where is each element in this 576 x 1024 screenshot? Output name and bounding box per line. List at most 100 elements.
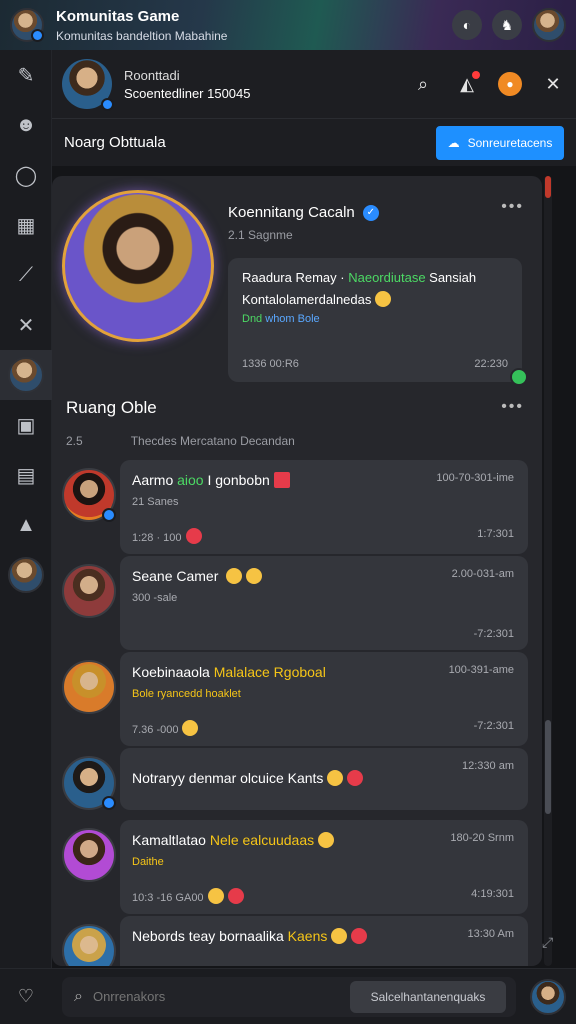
message-input-box[interactable]: ⌕ Salcelhantanenquaks: [62, 976, 516, 1017]
item-title: Notraryy denmar olcuice Kants: [132, 770, 516, 786]
chat-subtitle: Scoentedliner 150045: [124, 85, 251, 101]
message-input[interactable]: [92, 989, 313, 1004]
search-icon[interactable]: ⌕: [410, 71, 436, 97]
notification-icon[interactable]: ◭: [454, 71, 480, 97]
item-footer: -7:2:301: [132, 628, 514, 640]
sidebar-item-media[interactable]: ▣: [0, 400, 52, 450]
read-receipt-icon: [510, 368, 528, 386]
message-line-1-highlight: Naeordiutase: [348, 270, 426, 285]
item-time: 180-20 Srnm: [450, 832, 514, 844]
heart-emoji-icon: [347, 770, 364, 786]
section-description: Thecdes Mercatano Decandan: [130, 434, 295, 448]
message-line-3-prefix: Dnd: [242, 313, 266, 325]
item-avatar[interactable]: [62, 756, 116, 810]
community-avatar[interactable]: [10, 8, 44, 42]
sidebar-item-chat[interactable]: ◯: [0, 150, 52, 200]
item-title-suffix: I gonbobn: [203, 472, 270, 488]
game-logo-icon[interactable]: ♞: [492, 10, 522, 40]
list-item[interactable]: Koebinaaola Malalace Rgoboal Bole ryance…: [52, 652, 542, 748]
message-line-3: Dnd whom Bole: [242, 313, 508, 325]
message-line-3-link[interactable]: whom Bole: [265, 313, 319, 325]
list-item[interactable]: Nebords teay bornaalika Kaens 13:30 Am: [52, 916, 542, 966]
user-avatar[interactable]: [532, 8, 566, 42]
sidebar-item-tools[interactable]: ✎: [0, 50, 52, 100]
profile-card: Koennitang Cacaln ✓ 2.1 Sagnme ••• Raadu…: [52, 176, 542, 386]
expand-icon[interactable]: ⤢: [542, 934, 553, 951]
smile-emoji-icon: [375, 291, 392, 307]
section-title: Ruang Oble: [66, 398, 157, 417]
list-item-card[interactable]: Aarmo aioo I gonbobn 21 Sanes 100-70-301…: [120, 460, 528, 554]
spinner-icon[interactable]: ◐: [452, 10, 482, 40]
item-avatar[interactable]: [62, 924, 116, 966]
list-item[interactable]: Aarmo aioo I gonbobn 21 Sanes 100-70-301…: [52, 460, 542, 556]
verified-badge: [102, 508, 116, 522]
item-avatar[interactable]: [62, 660, 116, 714]
profile-name: Koennitang Cacaln: [228, 204, 355, 221]
angry-emoji-icon: [351, 928, 368, 944]
sidebar-item-profile[interactable]: [0, 350, 52, 400]
verified-icon: ✓: [362, 204, 379, 221]
item-time: 2.00-031-am: [451, 568, 514, 580]
sidebar-item-brush[interactable]: ⟋: [0, 250, 52, 300]
message-line-2-text: Kontalolamerdalnedas: [242, 292, 372, 307]
heart-emoji-icon: [227, 888, 244, 904]
app-root: Komunitas Game Komunitas bandeltion Maba…: [0, 0, 576, 1024]
list-item-card[interactable]: Notraryy denmar olcuice Kants 12:330 am: [120, 748, 528, 810]
smile-emoji-icon: [327, 770, 344, 786]
item-subtitle: Daithe: [132, 856, 164, 868]
primary-action-button[interactable]: ☁ Sonreuretacens: [436, 125, 564, 160]
gamepad-icon: ▲: [16, 513, 36, 536]
pinned-message[interactable]: Raadura Remay · Naeordiutase Sansiah Kon…: [228, 258, 528, 386]
message-line-1: Raadura Remay · Naeordiutase Sansiah: [242, 270, 508, 285]
chat-avatar[interactable]: [62, 59, 114, 111]
message-footer: 1336 00:R6 22:230: [242, 358, 508, 370]
sidebar-item-emoji[interactable]: ☻: [0, 100, 52, 150]
item-footer-left-text: 1:28 · 100: [132, 532, 182, 544]
list-item-card[interactable]: Seane Camer 300 -sale 2.00-031-am -7:2:3…: [120, 556, 528, 650]
item-footer-right: 4:19:301: [471, 888, 514, 900]
close-icon[interactable]: ✕: [540, 71, 566, 97]
scrollbar-thumb[interactable]: [545, 720, 551, 814]
item-avatar[interactable]: [62, 468, 116, 522]
my-avatar[interactable]: [530, 979, 566, 1015]
scrollbar-top-marker[interactable]: [545, 176, 551, 198]
list-item-card[interactable]: Nebords teay bornaalika Kaens 13:30 Am: [120, 916, 528, 966]
banner-actions: ◐ ♞: [452, 8, 566, 42]
item-avatar[interactable]: [62, 828, 116, 882]
item-avatar[interactable]: [62, 564, 116, 618]
list-item[interactable]: Seane Camer 300 -sale 2.00-031-am -7:2:3…: [52, 556, 542, 652]
hero-avatar[interactable]: [62, 190, 214, 342]
flag-emoji-icon: [273, 472, 290, 488]
community-banner[interactable]: Komunitas Game Komunitas bandeltion Maba…: [0, 0, 576, 50]
item-title-prefix: Nebords teay bornaalika: [132, 928, 288, 944]
sidebar-item-inventory[interactable]: ▤: [0, 450, 52, 500]
list-item[interactable]: Kamaltlatao Nele ealcuudaas Daithe 180-2…: [52, 820, 542, 916]
item-subtitle: 300 -sale: [132, 592, 178, 604]
verified-badge: [101, 98, 114, 111]
status-icon[interactable]: ●: [498, 72, 522, 96]
chat-header-text: Roonttadi Scoentedliner 150045: [124, 68, 410, 101]
smile-emoji-icon: [207, 888, 224, 904]
header-actions: ⌕ ◭ ● ✕: [410, 71, 566, 97]
sidebar-item-game[interactable]: ▲: [0, 500, 52, 550]
sidebar-item-battle[interactable]: ✕: [0, 300, 52, 350]
item-title-highlight: Malalace Rgoboal: [213, 664, 326, 680]
section-count: 2.5: [66, 434, 83, 448]
heart-emoji-icon: [185, 528, 202, 544]
verified-badge: [31, 29, 44, 42]
list-item-card[interactable]: Kamaltlatao Nele ealcuudaas Daithe 180-2…: [120, 820, 528, 914]
scrollbar-track[interactable]: [544, 176, 552, 966]
item-title-prefix: Aarmo: [132, 472, 178, 488]
send-button[interactable]: Salcelhantanenquaks: [350, 980, 506, 1013]
more-options-icon[interactable]: •••: [501, 198, 524, 216]
smile-emoji-icon: [318, 832, 335, 848]
item-footer-left-text: 10:3 -16 GA00: [132, 892, 204, 904]
section-more-icon[interactable]: •••: [501, 398, 524, 416]
sidebar-item-friend[interactable]: [0, 550, 52, 600]
main-panel: Koennitang Cacaln ✓ 2.1 Sagnme ••• Raadu…: [52, 176, 542, 966]
sidebar-item-calendar[interactable]: ▦: [0, 200, 52, 250]
bottom-bar: ♡ ⌕ Salcelhantanenquaks: [0, 968, 576, 1024]
chat-header: Roonttadi Scoentedliner 150045 ⌕ ◭ ● ✕: [52, 50, 576, 118]
list-item-card[interactable]: Koebinaaola Malalace Rgoboal Bole ryance…: [120, 652, 528, 746]
heart-shield-icon[interactable]: ♡: [10, 981, 42, 1013]
